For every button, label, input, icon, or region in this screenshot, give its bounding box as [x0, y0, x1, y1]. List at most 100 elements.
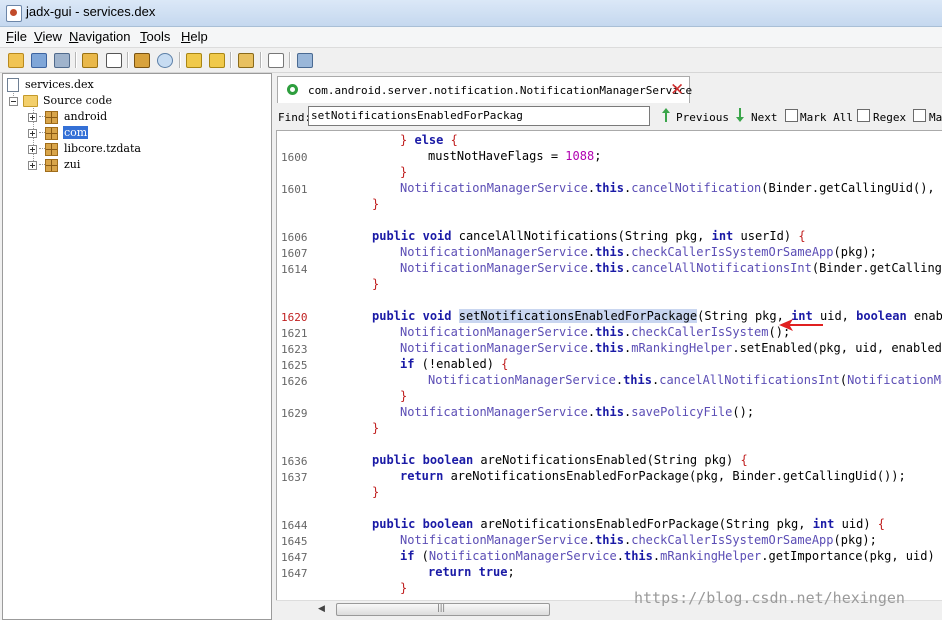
back-button[interactable]	[184, 51, 202, 68]
editor-panel: com.android.server.notification.Notifica…	[274, 73, 942, 620]
tab-notification-manager-service[interactable]: com.android.server.notification.Notifica…	[277, 76, 693, 103]
wrench-icon	[297, 53, 313, 68]
match-case-checkbox[interactable]	[913, 109, 926, 122]
find-label: Find:	[278, 111, 312, 124]
tree-node-package-com[interactable]: com	[28, 126, 228, 141]
mark-all-label: Mark All	[800, 111, 853, 124]
line-number: 1607	[281, 247, 308, 260]
menu-navigation[interactable]: Navigation	[69, 29, 130, 44]
mark-all-checkbox[interactable]	[785, 109, 798, 122]
code-line: NotificationManagerService.this.cancelAl…	[428, 373, 942, 387]
log-viewer-button[interactable]	[266, 51, 284, 68]
tree-node-label: android	[64, 110, 108, 123]
code-line: NotificationManagerService.this.cancelAl…	[400, 261, 942, 275]
menu-view[interactable]: View	[34, 29, 62, 44]
code-line: }	[400, 581, 408, 595]
save-all-icon	[31, 53, 47, 68]
close-tab-icon[interactable]: ✕	[670, 80, 684, 100]
expand-icon[interactable]	[28, 129, 37, 138]
tree-node-package-android[interactable]: android	[28, 110, 228, 125]
menu-help[interactable]: Help	[181, 29, 208, 44]
arrow-up-icon	[662, 108, 670, 122]
deobfuscation-button[interactable]	[236, 51, 254, 68]
decompile-all-button[interactable]	[132, 51, 150, 68]
expand-icon[interactable]	[28, 161, 37, 170]
folder-open-icon	[8, 53, 24, 68]
regex-checkbox[interactable]	[857, 109, 870, 122]
menu-file[interactable]: File	[6, 29, 27, 44]
wand-icon	[134, 53, 150, 68]
line-number: 1600	[281, 151, 308, 164]
project-tree[interactable]: services.dex Source code android com lib…	[2, 73, 272, 620]
tree-node-label: services.dex	[25, 78, 94, 91]
open-file-button[interactable]	[6, 51, 24, 68]
tab-label: com.android.server.notification.Notifica…	[308, 84, 693, 97]
code-line: NotificationManagerService.this.checkCal…	[400, 533, 877, 547]
line-number: 1621	[281, 327, 308, 340]
code-line: }	[372, 197, 380, 211]
package-icon	[45, 111, 58, 124]
regex-label: Regex	[873, 111, 907, 124]
flatten-button[interactable]	[104, 51, 122, 68]
expand-icon[interactable]	[28, 113, 37, 122]
toolbar-separator	[179, 52, 181, 68]
package-icon	[45, 159, 58, 172]
tree-node-package-libcore[interactable]: libcore.tzdata	[28, 142, 228, 157]
search-match-highlight: setNotificationsEnabledForPackage	[458, 309, 698, 323]
annotation-arrow-icon	[779, 319, 823, 331]
line-number: 1626	[281, 375, 308, 388]
collapse-icon[interactable]	[9, 97, 18, 106]
code-line: } else {	[400, 133, 458, 147]
export-button[interactable]	[52, 51, 70, 68]
deobfuscation-icon	[238, 53, 254, 68]
match-case-label: Ma	[929, 111, 942, 124]
code-line: public void cancelAllNotifications(Strin…	[372, 229, 806, 243]
scroll-left-icon[interactable]: ◀	[318, 604, 325, 614]
code-line: public boolean areNotificationsEnabled(S…	[372, 453, 748, 467]
scroll-thumb[interactable]	[336, 603, 550, 616]
export-icon	[54, 53, 70, 68]
line-number: 1601	[281, 183, 308, 196]
code-line: public boolean areNotificationsEnabledFo…	[372, 517, 886, 531]
expand-icon[interactable]	[28, 145, 37, 154]
forward-button[interactable]	[207, 51, 225, 68]
window-title: jadx-gui - services.dex	[26, 4, 156, 19]
log-icon	[268, 53, 284, 68]
code-line: return true;	[428, 565, 515, 579]
folder-icon	[23, 95, 38, 107]
dex-file-icon	[7, 78, 19, 92]
find-bar: Find: setNotificationsEnabledForPackag P…	[276, 105, 942, 129]
code-editor[interactable]: 1600 1601 1606 1607 1614 1620 1621 1623 …	[276, 130, 942, 602]
toolbar-separator	[75, 52, 77, 68]
code-line: NotificationManagerService.this.checkCal…	[400, 325, 791, 339]
find-next-button[interactable]: Next	[751, 111, 778, 124]
code-line: }	[372, 421, 380, 435]
code-line: }	[400, 165, 408, 179]
line-number: 1637	[281, 471, 308, 484]
tree-node-label: libcore.tzdata	[64, 142, 141, 155]
menu-tools[interactable]: Tools	[140, 29, 170, 44]
tree-node-label: Source code	[43, 94, 113, 107]
sync-button[interactable]	[80, 51, 98, 68]
code-line-current: public void setNotificationsEnabledForPa…	[372, 309, 942, 323]
tree-node-source-code[interactable]: Source code	[9, 94, 209, 109]
preferences-button[interactable]	[295, 51, 313, 68]
package-icon	[45, 143, 58, 156]
arrow-right-icon	[209, 53, 225, 68]
code-line: if (NotificationManagerService.this.mRan…	[400, 549, 942, 563]
menu-bar: File View Navigation Tools Help	[0, 27, 942, 48]
tree-node-root[interactable]: services.dex	[7, 78, 207, 93]
line-number: 1645	[281, 535, 308, 548]
line-number-gutter: 1600 1601 1606 1607 1614 1620 1621 1623 …	[277, 131, 315, 601]
tree-node-package-zui[interactable]: zui	[28, 158, 228, 173]
code-line: NotificationManagerService.this.checkCal…	[400, 245, 877, 259]
tree-node-label-selected: com	[63, 126, 89, 139]
search-button[interactable]	[155, 51, 173, 68]
find-input[interactable]: setNotificationsEnabledForPackag	[308, 106, 650, 126]
code-line: }	[400, 389, 408, 403]
line-number: 1647	[281, 567, 308, 580]
find-previous-button[interactable]: Previous	[676, 111, 729, 124]
line-number: 1636	[281, 455, 308, 468]
line-number: 1614	[281, 263, 308, 276]
save-all-button[interactable]	[29, 51, 47, 68]
